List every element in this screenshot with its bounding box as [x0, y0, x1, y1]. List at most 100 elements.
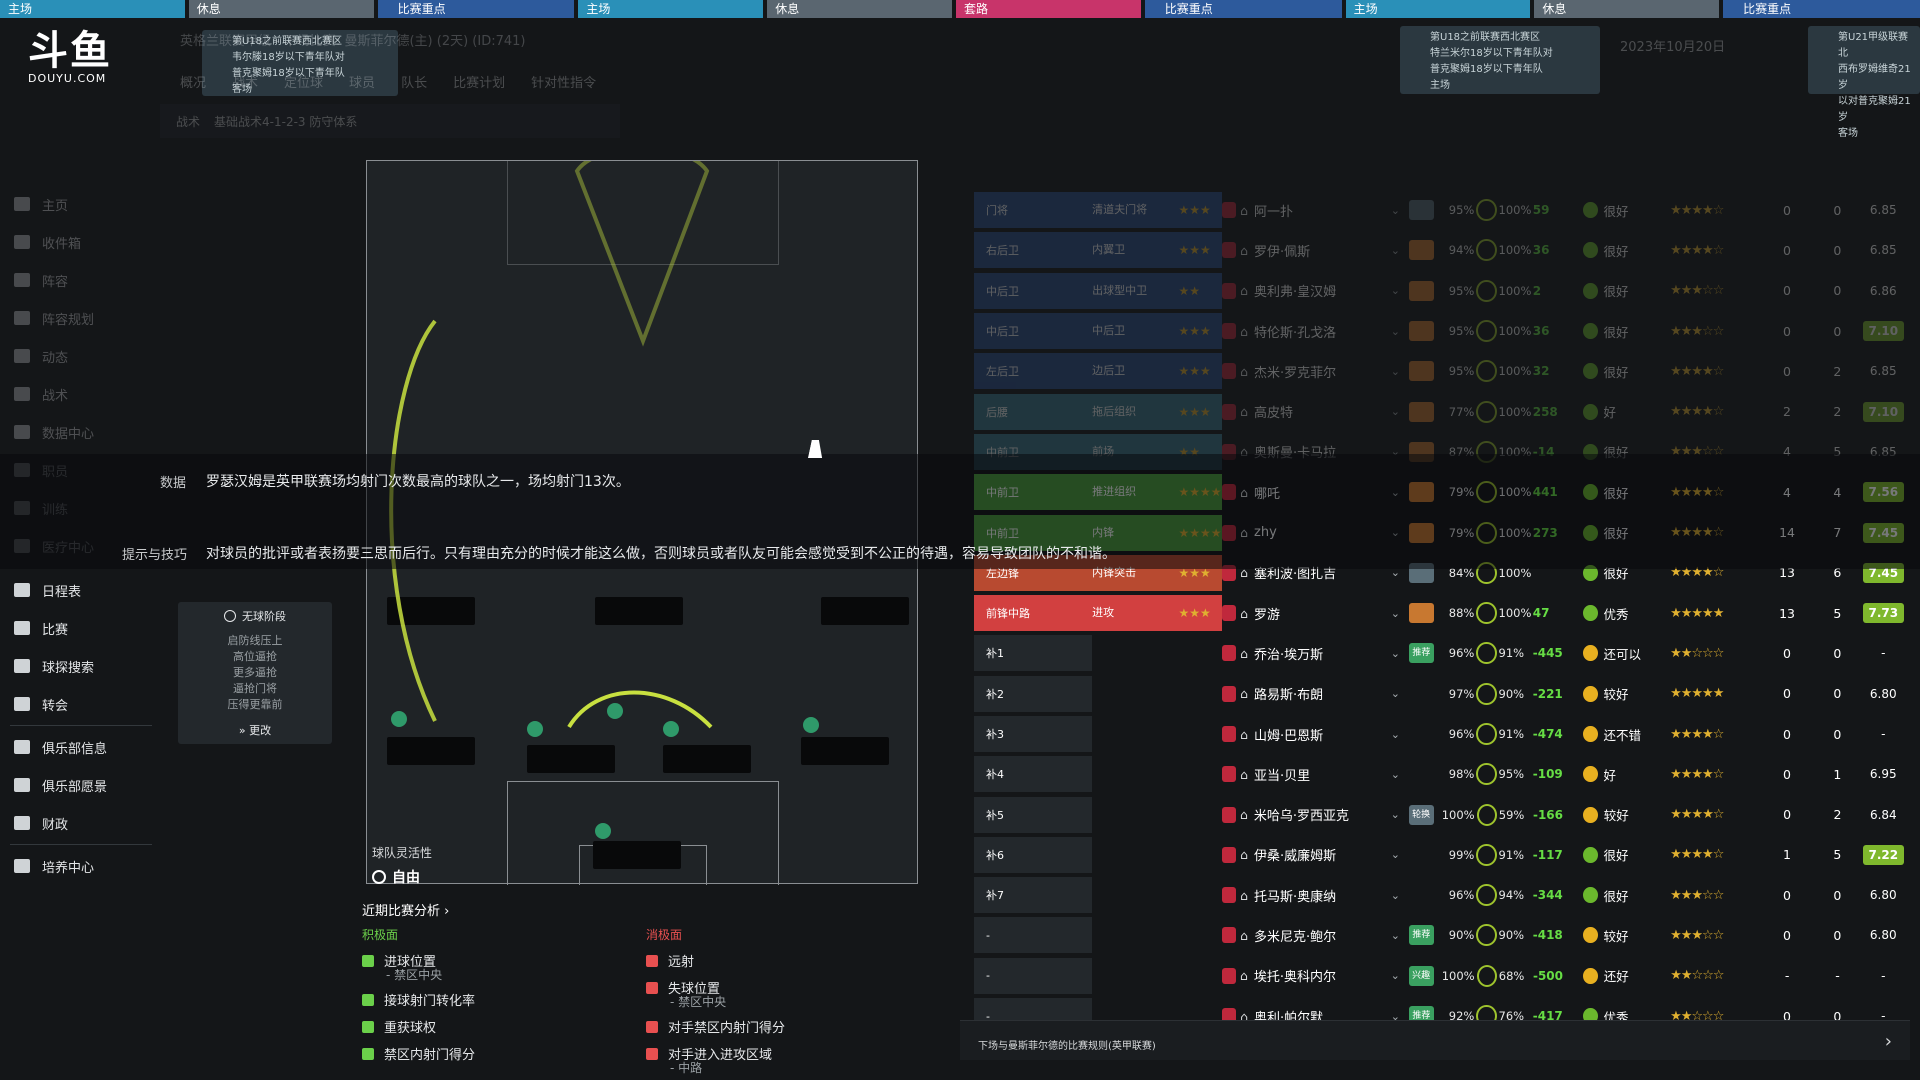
player-row[interactable]: 中后卫 中后卫 ★★★ ⌂ 特伦斯·孔戈洛 ⌄ 95% 100% 36 很好 ★★★☆☆ 0 0 7.10: [974, 311, 1904, 351]
player-row[interactable]: 门将 清道夫门将 ★★★ ⌂ 阿一扑 ⌄ 95% 100% 59 很好 ★★★★☆ 0 0 6.85: [974, 190, 1904, 230]
chevron-down-icon[interactable]: ⌄: [1391, 728, 1409, 741]
chevron-down-icon[interactable]: ⌄: [1391, 365, 1409, 378]
player-row[interactable]: - ⌂ 埃托·奥科内尔 ⌄ 兴趣 100% 68% -500 还好 ★★☆☆☆ - - -: [974, 956, 1904, 996]
next-match-rules-bar[interactable]: 下场与曼斯菲尔德的比赛规则(英甲联赛) ›: [960, 1020, 1910, 1060]
position-cell[interactable]: 中后卫: [974, 272, 1093, 309]
chevron-down-icon[interactable]: ⌄: [1391, 244, 1409, 257]
sidebar-item[interactable]: 比赛: [0, 609, 162, 647]
position-cell[interactable]: 补4: [974, 756, 1093, 793]
player-name[interactable]: 特伦斯·孔戈洛: [1254, 322, 1391, 341]
role-cell[interactable]: 中后卫: [1092, 313, 1179, 350]
player-name[interactable]: 高皮特: [1254, 402, 1391, 421]
position-cell[interactable]: 补7: [974, 877, 1093, 914]
player-row[interactable]: - ⌂ 多米尼克·鲍尔 ⌄ 推荐 90% 90% -418 较好 ★★★☆☆ 0 0 6.80: [974, 915, 1904, 955]
player-row[interactable]: 中后卫 出球型中卫 ★★ ⌂ 奥利弗·皇汉姆 ⌄ 95% 100% 2 很好 ★★★☆☆ 0 0 6.86: [974, 271, 1904, 311]
analysis-title[interactable]: 近期比赛分析 ›: [362, 900, 922, 919]
player-row[interactable]: 补3 ⌂ 山姆·巴恩斯 ⌄ 96% 91% -474 还不错 ★★★★☆ 0 0 -: [974, 714, 1904, 754]
player-name[interactable]: 山姆·巴恩斯: [1254, 725, 1391, 744]
player-row[interactable]: 补1 ⌂ 乔治·埃万斯 ⌄ 推荐 96% 91% -445 还可以 ★★☆☆☆ 0 0 -: [974, 633, 1904, 673]
chevron-down-icon[interactable]: ⌄: [1391, 284, 1409, 297]
chevron-down-icon[interactable]: ⌄: [1391, 969, 1409, 982]
player-name[interactable]: 多米尼克·鲍尔: [1254, 926, 1391, 945]
player-row[interactable]: 右后卫 内翼卫 ★★★ ⌂ 罗伊·佩斯 ⌄ 94% 100% 36 很好 ★★★★☆ 0 0 6.85: [974, 230, 1904, 270]
player-row[interactable]: 补7 ⌂ 托马斯·奥康纳 ⌄ 96% 94% -344 很好 ★★★☆☆ 0 0 6.80: [974, 875, 1904, 915]
position-cell[interactable]: 右后卫: [974, 232, 1093, 269]
player-name[interactable]: 罗游: [1254, 604, 1391, 623]
schedule-chip[interactable]: 主场: [1345, 0, 1531, 18]
chevron-down-icon[interactable]: ⌄: [1391, 889, 1409, 902]
schedule-chip[interactable]: 套路: [955, 0, 1141, 18]
player-name[interactable]: 伊桑·威廉姆斯: [1254, 845, 1391, 864]
player-row[interactable]: 补5 ⌂ 米哈乌·罗西亚克 ⌄ 轮换 100% 59% -166 较好 ★★★★☆ 0 2 6.84: [974, 794, 1904, 834]
role-cell[interactable]: 出球型中卫: [1092, 272, 1179, 309]
sidebar-item[interactable]: 日程表: [0, 571, 162, 609]
tab-5[interactable]: 比赛计划: [453, 72, 505, 91]
schedule-chip[interactable]: 休息: [1534, 0, 1720, 18]
player-row[interactable]: 补6 ⌂ 伊桑·威廉姆斯 ⌄ 99% 91% -117 很好 ★★★★☆ 1 5 7.22: [974, 835, 1904, 875]
position-cell[interactable]: -: [974, 957, 1093, 994]
tab-6[interactable]: 针对性指令: [531, 72, 596, 91]
position-cell[interactable]: 前锋中路: [974, 595, 1093, 632]
sidebar-item[interactable]: 培养中心: [0, 847, 162, 885]
tab-2[interactable]: 定位球: [284, 72, 323, 91]
sidebar-item[interactable]: 转会: [0, 685, 162, 723]
position-cell[interactable]: 补5: [974, 796, 1093, 833]
tab-3[interactable]: 球员: [349, 72, 375, 91]
schedule-chip[interactable]: 主场: [578, 0, 764, 18]
role-cell[interactable]: 内翼卫: [1092, 232, 1179, 269]
chevron-down-icon[interactable]: ⌄: [1391, 929, 1409, 942]
player-name[interactable]: 米哈乌·罗西亚克: [1254, 805, 1391, 824]
chevron-down-icon[interactable]: ⌄: [1391, 405, 1409, 418]
position-cell[interactable]: 补2: [974, 675, 1093, 712]
player-row[interactable]: 前锋中路 进攻 ★★★ ⌂ 罗游 ⌄ 88% 100% 47 优秀 ★★★★★ 13 5 7.73: [974, 593, 1904, 633]
schedule-chip[interactable]: 休息: [767, 0, 952, 18]
role-cell[interactable]: 边后卫: [1092, 353, 1179, 390]
player-name[interactable]: 杰米·罗克菲尔: [1254, 362, 1391, 381]
position-cell[interactable]: 后腰: [974, 393, 1093, 430]
player-name[interactable]: 托马斯·奥康纳: [1254, 886, 1391, 905]
schedule-chip[interactable]: 比赛重点: [1144, 0, 1342, 18]
tab-0[interactable]: 概况: [180, 72, 206, 91]
player-name[interactable]: 埃托·奥科内尔: [1254, 966, 1391, 985]
chevron-down-icon[interactable]: ⌄: [1391, 204, 1409, 217]
chevron-down-icon[interactable]: ⌄: [1391, 647, 1409, 660]
chevron-down-icon[interactable]: ⌄: [1391, 848, 1409, 861]
position-cell[interactable]: -: [974, 917, 1093, 954]
schedule-chip[interactable]: 主场: [0, 0, 185, 18]
position-cell[interactable]: 门将: [974, 192, 1093, 229]
player-name[interactable]: 阿一扑: [1254, 201, 1391, 220]
tab-4[interactable]: 队长: [401, 72, 427, 91]
sidebar-item[interactable]: 俱乐部愿景: [0, 766, 162, 804]
schedule-chip[interactable]: 比赛重点: [377, 0, 575, 18]
position-cell[interactable]: 补6: [974, 836, 1093, 873]
formation-select[interactable]: 基础战术4-1-2-3 防守体系: [214, 113, 357, 130]
chevron-down-icon[interactable]: ⌄: [1391, 325, 1409, 338]
player-name[interactable]: 亚当·贝里: [1254, 765, 1391, 784]
schedule-chip[interactable]: 比赛重点: [1723, 0, 1920, 18]
position-cell[interactable]: 中后卫: [974, 313, 1093, 350]
chevron-right-icon[interactable]: ›: [1885, 1031, 1892, 1052]
player-name[interactable]: 乔治·埃万斯: [1254, 644, 1391, 663]
player-name[interactable]: 罗伊·佩斯: [1254, 241, 1391, 260]
position-cell[interactable]: 左后卫: [974, 353, 1093, 390]
player-name[interactable]: 路易斯·布朗: [1254, 684, 1391, 703]
chevron-down-icon[interactable]: ⌄: [1391, 607, 1409, 620]
role-cell[interactable]: 进攻: [1092, 595, 1179, 632]
team-fluidity[interactable]: 球队灵活性 自由: [372, 844, 432, 887]
role-cell[interactable]: 清道夫门将: [1092, 192, 1179, 229]
player-row[interactable]: 后腰 拖后组织 ★★★ ⌂ 高皮特 ⌄ 77% 100% 258 好 ★★★★☆ 2 2 7.10: [974, 391, 1904, 431]
position-cell[interactable]: 补3: [974, 716, 1093, 752]
schedule-chip[interactable]: 休息: [188, 0, 374, 18]
instructions-panel[interactable]: 无球阶段 启防线压上 高位逼抢 更多逼抢 逼抢门将 压得更靠前 » 更改: [178, 602, 332, 744]
sidebar-item[interactable]: 球探搜索: [0, 647, 162, 685]
player-row[interactable]: 补2 ⌂ 路易斯·布朗 ⌄ 97% 90% -221 较好 ★★★★★ 0 0 6.80: [974, 674, 1904, 714]
sidebar-item[interactable]: 财政: [0, 804, 162, 842]
change-button[interactable]: » 更改: [178, 722, 332, 738]
player-row[interactable]: 左后卫 边后卫 ★★★ ⌂ 杰米·罗克菲尔 ⌄ 95% 100% 32 很好 ★★★★☆ 0 2 6.85: [974, 351, 1904, 391]
player-name[interactable]: 奥利弗·皇汉姆: [1254, 281, 1391, 300]
chevron-down-icon[interactable]: ⌄: [1391, 768, 1409, 781]
match-notification[interactable]: 第U21甲级联赛北 西布罗姆维奇21岁 以对普克聚姆21岁 客场: [1808, 26, 1920, 139]
position-cell[interactable]: 补1: [974, 635, 1093, 672]
player-row[interactable]: 补4 ⌂ 亚当·贝里 ⌄ 98% 95% -109 好 ★★★★☆ 0 1 6.95: [974, 754, 1904, 794]
chevron-down-icon[interactable]: ⌄: [1391, 687, 1409, 700]
